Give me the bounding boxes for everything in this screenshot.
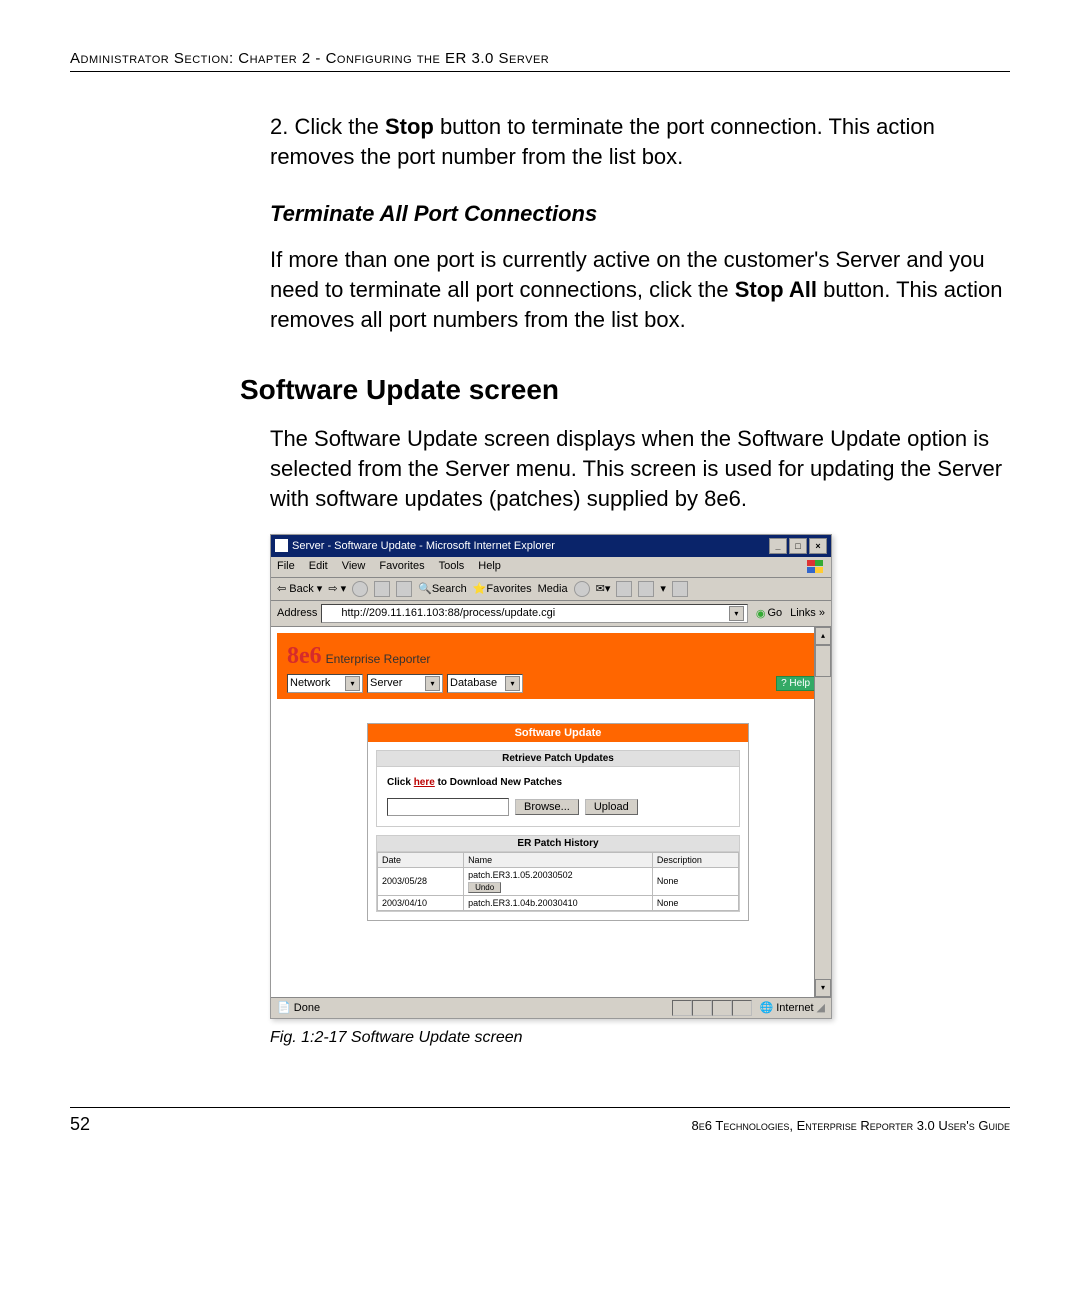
close-button[interactable]: × [809, 538, 827, 554]
home-icon[interactable] [396, 581, 412, 597]
subheading-terminate-all: Terminate All Port Connections [270, 201, 1010, 227]
screenshot-ie-window: Server - Software Update - Microsoft Int… [270, 534, 832, 1019]
browser-content: 8e6 Enterprise Reporter Network▾ Server▾… [271, 627, 831, 997]
history-icon[interactable] [574, 581, 590, 597]
download-link[interactable]: here [414, 777, 435, 788]
history-table: Date Name Description 2003/05/28 patch.E… [377, 852, 739, 911]
menu-favorites[interactable]: Favorites [379, 560, 424, 574]
history-header: ER Patch History [377, 836, 739, 852]
scroll-thumb[interactable] [815, 645, 831, 677]
refresh-icon[interactable] [374, 581, 390, 597]
panel-title: Software Update [368, 724, 748, 742]
menu-edit[interactable]: Edit [309, 560, 328, 574]
step-2-text: 2. Click the Stop button to terminate th… [270, 112, 1010, 171]
menu-tools[interactable]: Tools [439, 560, 465, 574]
chevron-down-icon: ▾ [425, 676, 440, 691]
retrieve-header: Retrieve Patch Updates [377, 751, 739, 767]
scroll-up-icon[interactable]: ▴ [815, 627, 831, 645]
logo-8e6: 8e6 [287, 643, 322, 670]
edit-icon[interactable] [638, 581, 654, 597]
page-icon [325, 607, 338, 620]
browse-button[interactable]: Browse... [515, 799, 579, 815]
status-done: 📄 Done [277, 1001, 320, 1014]
ie-address-bar: Address http://209.11.161.103:88/process… [271, 601, 831, 627]
menu-file[interactable]: File [277, 560, 295, 574]
resize-grip-icon[interactable]: ◢ [817, 1001, 825, 1014]
page-number: 52 [70, 1114, 90, 1135]
ie-menu-bar: File Edit View Favorites Tools Help [271, 557, 831, 578]
col-desc: Description [652, 852, 738, 867]
status-cells [672, 1000, 752, 1016]
page-header: Administrator Section: Chapter 2 - Confi… [70, 50, 1010, 72]
address-label: Address [277, 607, 317, 619]
favorites-button[interactable]: ⭐Favorites [473, 582, 532, 595]
internet-zone: 🌐 Internet [759, 1001, 813, 1014]
minimize-button[interactable]: _ [769, 538, 787, 554]
col-date: Date [378, 852, 464, 867]
col-name: Name [464, 852, 653, 867]
upload-button[interactable]: Upload [585, 799, 638, 815]
undo-button[interactable]: Undo [468, 882, 501, 893]
menu-help[interactable]: Help [478, 560, 501, 574]
nav-server-select[interactable]: Server▾ [367, 674, 443, 693]
figure-caption: Fig. 1:2-17 Software Update screen [270, 1029, 1010, 1047]
go-button[interactable]: ◉Go [752, 607, 786, 620]
toolbar-more[interactable]: ▾ [660, 582, 666, 595]
nav-network-select[interactable]: Network▾ [287, 674, 363, 693]
ie-icon [275, 539, 288, 552]
help-button[interactable]: ? Help [776, 676, 815, 691]
heading-software-update: Software Update screen [240, 374, 1010, 406]
table-row: 2003/05/28 patch.ER3.1.05.20030502Undo N… [378, 867, 739, 895]
search-button[interactable]: 🔍Search [418, 582, 467, 595]
ie-status-bar: 📄 Done 🌐 Internet ◢ [271, 997, 831, 1018]
footer-right: 8e6 Technologies, Enterprise Reporter 3.… [692, 1118, 1010, 1133]
nav-database-select[interactable]: Database▾ [447, 674, 523, 693]
table-row: 2003/04/10 patch.ER3.1.04b.20030410 None [378, 895, 739, 910]
discuss-icon[interactable] [672, 581, 688, 597]
history-section: ER Patch History Date Name Description 2… [376, 835, 740, 912]
ie-toolbar: ⇦ Back ▾ ⇨ ▾ 🔍Search ⭐Favorites Media ✉▾… [271, 578, 831, 601]
page-footer: 52 8e6 Technologies, Enterprise Reporter… [70, 1107, 1010, 1135]
para-software-update: The Software Update screen displays when… [270, 424, 1010, 513]
windows-logo-icon [807, 560, 825, 574]
para-terminate-all: If more than one port is currently activ… [270, 245, 1010, 334]
mail-icon[interactable]: ✉▾ [596, 582, 611, 595]
download-line: Click here to Download New Patches [387, 777, 729, 788]
media-button[interactable]: Media [538, 583, 568, 595]
window-title: Server - Software Update - Microsoft Int… [292, 540, 555, 552]
retrieve-section: Retrieve Patch Updates Click here to Dow… [376, 750, 740, 827]
menu-view[interactable]: View [342, 560, 366, 574]
forward-button[interactable]: ⇨ ▾ [328, 582, 346, 595]
ie-titlebar: Server - Software Update - Microsoft Int… [271, 535, 831, 557]
file-path-input[interactable] [387, 798, 509, 816]
vertical-scrollbar[interactable]: ▴ ▾ [814, 627, 831, 997]
print-icon[interactable] [616, 581, 632, 597]
address-input[interactable]: http://209.11.161.103:88/process/update.… [321, 604, 747, 623]
address-dropdown-icon[interactable]: ▾ [729, 606, 744, 621]
logo-text: Enterprise Reporter [326, 652, 431, 666]
software-update-panel: Software Update Retrieve Patch Updates C… [367, 723, 749, 921]
maximize-button[interactable]: □ [789, 538, 807, 554]
chevron-down-icon: ▾ [505, 676, 520, 691]
links-button[interactable]: Links » [790, 607, 825, 619]
back-button[interactable]: ⇦ Back ▾ [277, 582, 322, 595]
scroll-down-icon[interactable]: ▾ [815, 979, 831, 997]
chevron-down-icon: ▾ [345, 676, 360, 691]
app-header: 8e6 Enterprise Reporter Network▾ Server▾… [277, 633, 825, 699]
stop-icon[interactable] [352, 581, 368, 597]
